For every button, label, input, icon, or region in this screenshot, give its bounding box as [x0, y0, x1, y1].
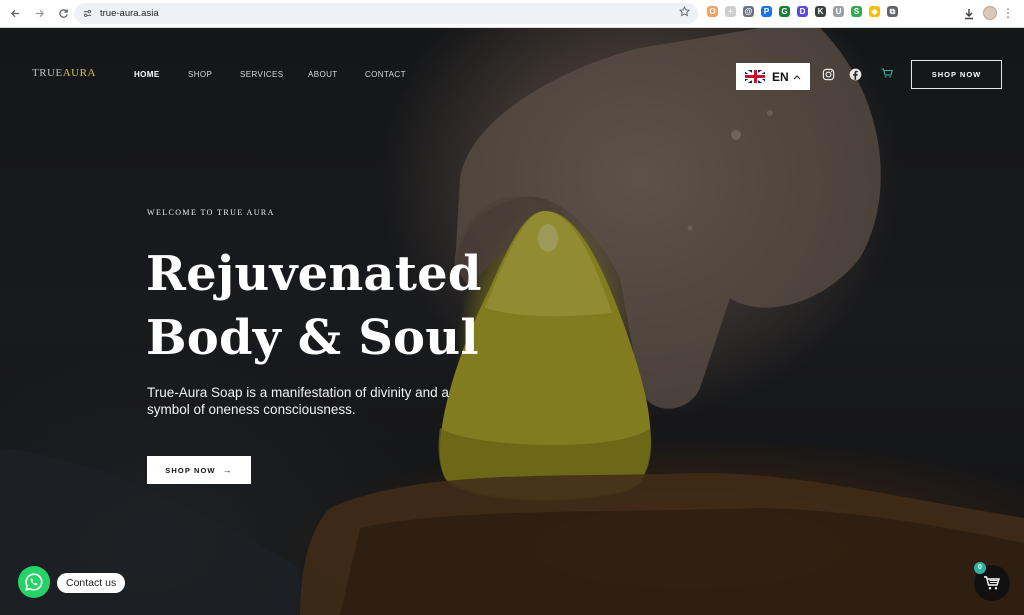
ext-10-icon[interactable]: ◆ [869, 6, 880, 17]
ext-3-icon[interactable]: @ [743, 6, 754, 17]
back-button[interactable] [4, 3, 26, 25]
url-text[interactable]: true-aura.asia [100, 8, 159, 19]
hero-headline: Rejuvenated Body & Soul [146, 242, 482, 370]
cart-count-badge: 0 [974, 562, 986, 574]
hero-eyebrow: WELCOME TO TRUE AURA [147, 208, 275, 217]
kebab-icon[interactable]: ⋮ [1002, 7, 1014, 19]
uk-flag-icon [745, 70, 765, 83]
hero-headline-line-1: Rejuvenated [146, 246, 482, 302]
ext-2-icon[interactable]: + [725, 6, 736, 17]
whatsapp-button[interactable] [18, 566, 50, 598]
nav-item-about[interactable]: ABOUT [308, 70, 338, 79]
reload-icon [58, 9, 68, 18]
cart-icon[interactable] [881, 65, 895, 78]
hero-section: TRUEAURA HOME SHOP SERVICES ABOUT CONTAC… [0, 28, 1024, 615]
whatsapp-icon [25, 573, 43, 591]
logo-text-true: TRUE [32, 67, 63, 79]
puzzle-icon[interactable]: ⧉ [887, 6, 898, 17]
arrow-right-icon [35, 9, 44, 18]
nav-item-contact[interactable]: CONTACT [365, 70, 406, 79]
chevron-up-icon [793, 72, 801, 82]
shopping-cart-icon [984, 576, 1000, 590]
hero-subtitle: True-Aura Soap is a manifestation of div… [147, 385, 449, 417]
ext-7-icon[interactable]: K [815, 6, 826, 17]
ext-5-icon[interactable]: G [779, 6, 790, 17]
language-label: EN [772, 69, 789, 84]
hero-headline-line-2: Body & Soul [146, 310, 479, 366]
profile-avatar[interactable] [983, 6, 997, 20]
ext-1-icon[interactable]: O [707, 6, 718, 17]
header-shop-now-button[interactable]: SHOP NOW [911, 60, 1002, 89]
ext-8-icon[interactable]: U [833, 6, 844, 17]
forward-button[interactable] [28, 3, 50, 25]
instagram-icon[interactable] [822, 68, 836, 82]
extensions-bar: O + @ P G D K U S ◆ ⧉ [707, 6, 898, 17]
hero-shop-now-button[interactable]: SHOP NOW → [147, 456, 251, 484]
reload-button[interactable] [52, 3, 74, 25]
logo-text-aura: AURA [62, 67, 96, 79]
contact-us-label[interactable]: Contact us [57, 573, 126, 593]
star-icon[interactable] [678, 5, 691, 20]
site-logo[interactable]: TRUEAURA [32, 67, 96, 79]
language-selector[interactable]: EN [736, 63, 810, 90]
ext-4-icon[interactable]: P [761, 6, 772, 17]
facebook-icon[interactable] [849, 68, 863, 82]
hero-cta-label: SHOP NOW [165, 465, 216, 475]
browser-toolbar: true-aura.asia O + @ P G D K U S ◆ ⧉ ⋮ [0, 0, 1024, 28]
nav-item-home[interactable]: HOME [134, 70, 160, 79]
site-info-icon[interactable] [82, 8, 94, 20]
ext-6-icon[interactable]: D [797, 6, 808, 17]
ext-9-icon[interactable]: S [851, 6, 862, 17]
nav-item-services[interactable]: SERVICES [240, 70, 284, 79]
download-icon[interactable] [963, 7, 975, 25]
nav-item-shop[interactable]: SHOP [188, 70, 212, 79]
arrow-left-icon [10, 9, 19, 18]
address-bar[interactable]: true-aura.asia [74, 3, 698, 24]
arrow-right-icon: → [222, 465, 233, 475]
